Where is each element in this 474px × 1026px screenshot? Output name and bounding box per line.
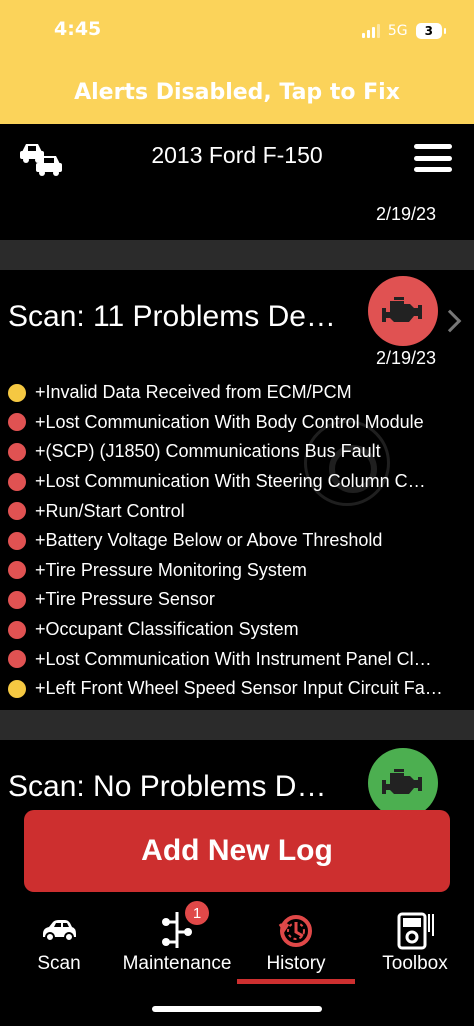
severity-dot [8, 561, 26, 580]
check-engine-badge [368, 748, 438, 818]
car-icon [43, 920, 76, 942]
tab-maintenance[interactable]: Maintenance [118, 910, 236, 980]
severity-dot [8, 590, 26, 609]
list-item[interactable]: +Lost Communication With Steering Column… [8, 467, 470, 497]
list-item[interactable]: +Tire Pressure Sensor [8, 585, 470, 615]
menu-icon[interactable] [414, 144, 452, 172]
card-date: 2/19/23 [375, 204, 436, 224]
signal-icon [361, 24, 380, 38]
selected-tab-indicator [237, 979, 355, 984]
card-title: Scan: 11 Problems De… [8, 300, 336, 333]
tab-scan[interactable]: Scan [0, 910, 118, 980]
battery-icon: 3 [415, 23, 447, 39]
card-title: Scan: No Problems D… [8, 770, 327, 803]
multimeter-icon [397, 912, 434, 950]
problem-text: +Tire Pressure Sensor [35, 589, 215, 610]
severity-dot [8, 442, 26, 461]
list-item[interactable]: +Tire Pressure Monitoring System [8, 556, 470, 586]
watermark-icon [304, 420, 390, 506]
severity-dot [8, 679, 26, 698]
severity-dot [8, 413, 26, 432]
tab-label: Scan [37, 953, 81, 974]
problem-text: +Run/Start Control [35, 500, 185, 521]
problem-text: +Occupant Classification System [35, 619, 299, 640]
problem-text: +Left Front Wheel Speed Sensor Input Cir… [35, 678, 443, 699]
list-item[interactable]: +Invalid Data Received from ECM/PCM [8, 378, 470, 408]
maintenance-badge: 1 [185, 901, 209, 925]
engine-icon [382, 769, 422, 794]
nav-bar: 2013 Ford F-150 [0, 124, 474, 188]
list-item[interactable]: +Lost Communication With Instrument Pane… [8, 644, 470, 674]
list-item[interactable]: +Occupant Classification System [8, 615, 470, 645]
severity-dot [8, 383, 26, 402]
severity-dot [8, 620, 26, 639]
problem-text: +Invalid Data Received from ECM/PCM [35, 382, 352, 403]
list-item[interactable]: +Run/Start Control [8, 496, 470, 526]
problem-list: +Invalid Data Received from ECM/PCM +Los… [8, 378, 470, 704]
card-separator [0, 240, 474, 270]
status-indicators: 5G 3 [361, 20, 447, 42]
engine-icon [382, 297, 422, 322]
history-card-previous[interactable]: 2/19/23 [0, 188, 474, 240]
severity-dot [8, 472, 26, 491]
list-item[interactable]: +(SCP) (J1850) Communications Bus Fault [8, 437, 470, 467]
card-separator [0, 710, 474, 740]
history-icon [278, 915, 312, 947]
tab-label: History [266, 953, 326, 974]
status-time: 4:45 [54, 18, 102, 40]
problem-text: +Tire Pressure Monitoring System [35, 559, 307, 580]
problem-text: +Lost Communication With Instrument Pane… [35, 648, 432, 669]
tab-history[interactable]: History [237, 910, 355, 980]
tab-label: Toolbox [382, 953, 448, 974]
problem-text: +Battery Voltage Below or Above Threshol… [35, 530, 383, 551]
add-new-log-button[interactable]: Add New Log [24, 810, 450, 892]
severity-dot [8, 650, 26, 669]
list-item[interactable]: +Lost Communication With Body Control Mo… [8, 408, 470, 438]
tab-toolbox[interactable]: Toolbox [356, 910, 474, 980]
network-type: 5G [387, 23, 408, 39]
list-item[interactable]: +Battery Voltage Below or Above Threshol… [8, 526, 470, 556]
severity-dot [8, 531, 26, 550]
alerts-disabled-banner[interactable]: Alerts Disabled, Tap to Fix [0, 60, 474, 124]
vehicle-title[interactable]: 2013 Ford F-150 [0, 142, 474, 169]
card-date: 2/19/23 [375, 348, 436, 368]
chevron-right-icon[interactable] [438, 309, 462, 333]
list-item[interactable]: +Left Front Wheel Speed Sensor Input Cir… [8, 674, 470, 704]
tab-label: Maintenance [122, 953, 232, 974]
alert-text: Alerts Disabled, Tap to Fix [74, 79, 400, 105]
home-indicator[interactable] [152, 1006, 322, 1012]
severity-dot [8, 502, 26, 521]
status-bar: 4:45 5G 3 [0, 0, 474, 60]
check-engine-badge [368, 276, 438, 346]
